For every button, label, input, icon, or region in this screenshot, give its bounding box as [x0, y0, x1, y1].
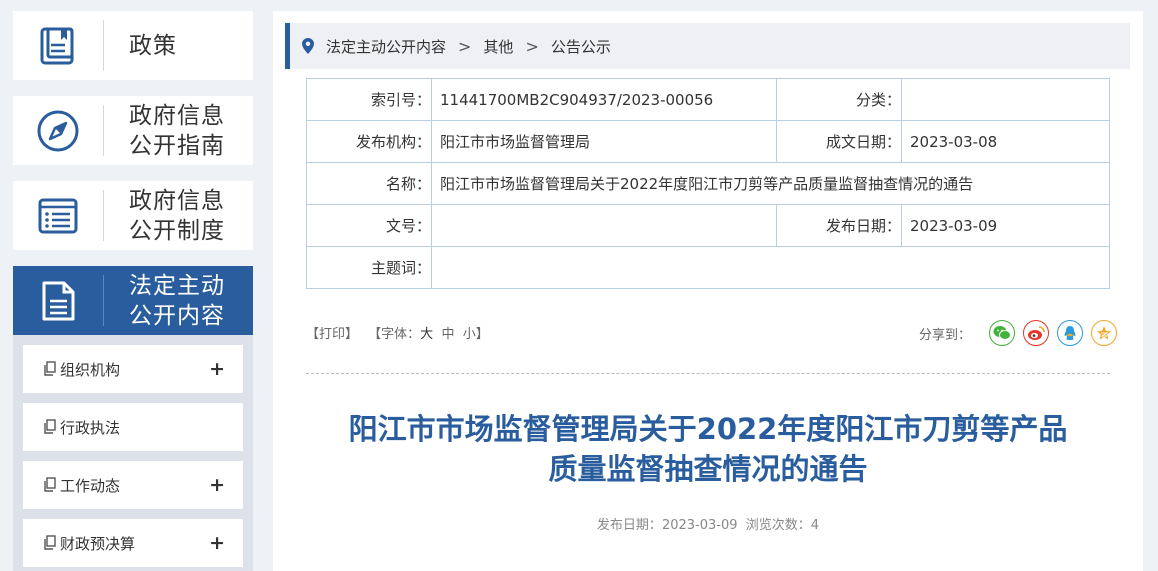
doc-number-value — [431, 204, 777, 247]
created-date-value: 2023-03-08 — [901, 120, 1110, 163]
category-label: 分类： — [776, 78, 902, 121]
view-count-value: 4 — [810, 518, 820, 533]
sidebar-item-label: 政府信息 公开指南 — [129, 102, 225, 159]
copy-icon — [44, 535, 56, 550]
divider — [103, 20, 104, 71]
chevron-right-icon: > — [458, 36, 472, 56]
book-icon — [13, 11, 103, 80]
breadcrumb-link-other[interactable]: 其他 — [483, 36, 513, 57]
publisher-label: 发布机构： — [306, 120, 432, 163]
sub-item-label: 工作动态 — [60, 476, 121, 495]
document-meta-table: 索引号： 11441700MB2C904937/2023-00056 分类： 发… — [306, 78, 1110, 289]
category-value — [901, 78, 1110, 121]
divider — [306, 373, 1110, 374]
breadcrumb-link-announcements[interactable]: 公告公示 — [551, 36, 611, 57]
copy-icon — [44, 361, 56, 376]
sidebar-item-label: 政府信息 公开制度 — [129, 187, 225, 244]
doc-number-label: 文号： — [306, 204, 432, 247]
name-value: 阳江市市场监督管理局关于2022年度阳江市刀剪等产品质量监督抽查情况的通告 — [431, 162, 1110, 205]
divider — [103, 275, 104, 326]
breadcrumb-link-statutory[interactable]: 法定主动公开内容 — [326, 36, 446, 57]
document-icon — [13, 266, 103, 335]
share-bar: 分享到： — [919, 320, 1117, 346]
publish-date-value: 2023-03-09 — [661, 518, 738, 533]
location-pin-icon — [302, 38, 314, 54]
view-count-label: 浏览次数： — [745, 518, 811, 533]
main-content: 法定主动公开内容 > 其他 > 公告公示 索引号： 11441700MB2C90… — [273, 11, 1143, 571]
table-row: 主题词： — [306, 246, 1110, 289]
chevron-right-icon: > — [525, 36, 539, 56]
compass-icon — [13, 96, 103, 165]
expand-icon[interactable]: + — [209, 475, 225, 495]
article-publish-info: 发布日期：2023-03-09 浏览次数：4 — [306, 514, 1110, 533]
sidebar-item-disclosure-guide[interactable]: 政府信息 公开指南 — [13, 96, 253, 165]
font-large-button[interactable]: 大 — [420, 327, 433, 342]
sub-item-label: 行政执法 — [60, 418, 121, 437]
article-title-line: 质量监督抽查情况的通告 — [548, 452, 868, 486]
list-doc-icon — [13, 181, 103, 250]
sub-item-work-news[interactable]: 工作动态 + — [23, 461, 243, 509]
sub-item-law-enforcement[interactable]: 行政执法 — [23, 403, 243, 451]
print-button[interactable]: 【打印】 — [306, 327, 358, 342]
publish-date-label: 发布日期： — [596, 518, 662, 533]
share-label: 分享到： — [918, 327, 971, 343]
table-row: 文号： 发布日期： 2023-03-09 — [306, 204, 1110, 247]
index-value: 11441700MB2C904937/2023-00056 — [431, 78, 777, 121]
qzone-icon[interactable] — [1091, 320, 1117, 346]
font-size-suffix: 】 — [475, 327, 489, 342]
article-tools: 【打印】 【字体：大 中 小】 — [306, 323, 489, 342]
sidebar-item-label: 法定主动 公开内容 — [129, 272, 225, 329]
sub-menu: 组织机构 + 行政执法 工作动态 + 财政预决算 + — [13, 335, 253, 571]
table-row: 名称： 阳江市市场监督管理局关于2022年度阳江市刀剪等产品质量监督抽查情况的通… — [306, 162, 1110, 205]
sidebar-item-statutory-disclosure[interactable]: 法定主动 公开内容 — [13, 266, 253, 335]
sub-item-label: 财政预决算 — [60, 534, 136, 553]
expand-icon[interactable]: + — [209, 533, 225, 553]
font-size-prefix: 【字体： — [368, 327, 421, 342]
table-row: 索引号： 11441700MB2C904937/2023-00056 分类： — [306, 78, 1110, 121]
font-medium-button[interactable]: 中 — [441, 327, 454, 342]
divider — [103, 190, 104, 241]
created-date-label: 成文日期： — [776, 120, 902, 163]
table-row: 发布机构： 阳江市市场监督管理局 成文日期： 2023-03-08 — [306, 120, 1110, 163]
font-small-button[interactable]: 小 — [463, 327, 476, 342]
copy-icon — [44, 419, 56, 434]
divider — [103, 105, 104, 156]
sidebar-item-label: 政策 — [129, 32, 177, 59]
sub-item-organization[interactable]: 组织机构 + — [23, 345, 243, 393]
breadcrumb: 法定主动公开内容 > 其他 > 公告公示 — [285, 23, 1130, 69]
publisher-value: 阳江市市场监督管理局 — [431, 120, 777, 163]
keywords-label: 主题词： — [306, 246, 432, 289]
wechat-icon[interactable] — [989, 320, 1015, 346]
article-title-line: 阳江市市场监督管理局关于2022年度阳江市刀剪等产品 — [348, 412, 1068, 446]
qq-icon[interactable] — [1057, 320, 1083, 346]
sidebar: 政策 政府信息 公开指南 政府信息 公开制度 法定主动 公开内容 组织机构 + … — [13, 11, 253, 571]
keywords-value — [431, 246, 1110, 289]
index-label: 索引号： — [306, 78, 432, 121]
sidebar-item-policy[interactable]: 政策 — [13, 11, 253, 80]
expand-icon[interactable]: + — [209, 359, 225, 379]
publish-date-value: 2023-03-09 — [901, 204, 1110, 247]
sub-item-budget[interactable]: 财政预决算 + — [23, 519, 243, 567]
publish-date-label: 发布日期： — [776, 204, 902, 247]
sub-item-label: 组织机构 — [60, 360, 121, 379]
name-label: 名称： — [306, 162, 432, 205]
copy-icon — [44, 477, 56, 492]
article-title: 阳江市市场监督管理局关于2022年度阳江市刀剪等产品 质量监督抽查情况的通告 — [306, 409, 1110, 489]
sidebar-item-disclosure-system[interactable]: 政府信息 公开制度 — [13, 181, 253, 250]
weibo-icon[interactable] — [1023, 320, 1049, 346]
